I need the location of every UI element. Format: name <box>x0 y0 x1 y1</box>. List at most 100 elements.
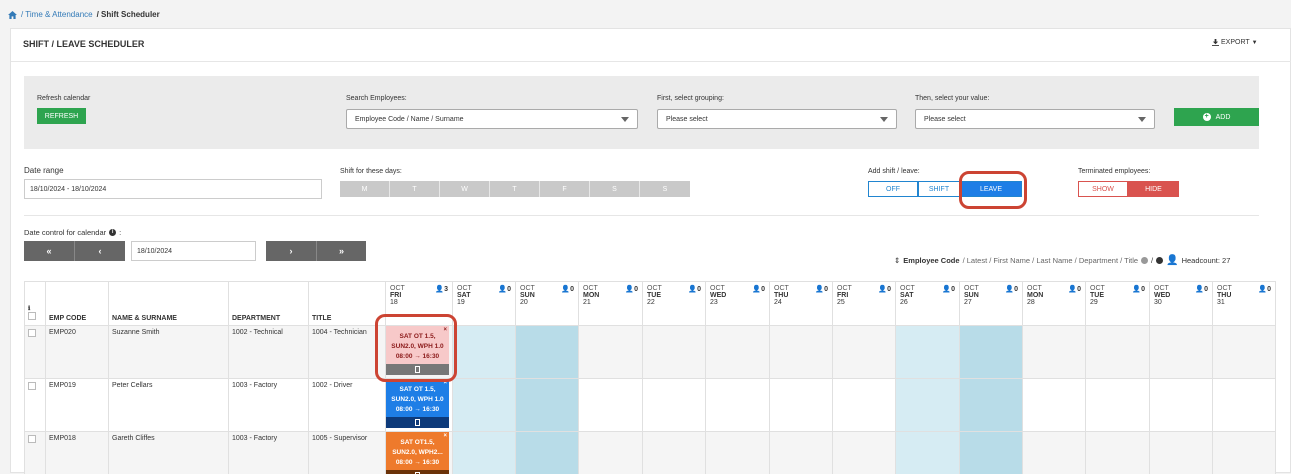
caret-down-icon <box>880 117 888 122</box>
shift-time: 08:00 → 16:30 <box>388 405 447 415</box>
day-cell[interactable] <box>1023 432 1086 474</box>
date-range-input[interactable]: 18/10/2024 - 18/10/2024 <box>24 179 322 199</box>
headcount-badge: 👤0 <box>498 285 511 293</box>
shift-card[interactable]: ×SAT OT 1.5,SUN2.0, WPH 1.008:00 → 16:30 <box>386 379 449 428</box>
day-cell[interactable] <box>579 326 643 379</box>
row-checkbox[interactable] <box>28 382 36 390</box>
shift-card[interactable]: ×SAT OT1.5,SUN2.0, WPH2...08:00 → 16:30 <box>386 432 449 474</box>
highlight-ring <box>375 314 457 382</box>
caret-down-icon: ▼ <box>1252 40 1258 46</box>
search-employees-select[interactable]: Employee Code / Name / Surname <box>346 109 638 129</box>
day-cell[interactable] <box>1086 379 1150 432</box>
add-button[interactable]: + ADD <box>1174 108 1259 126</box>
day-cell[interactable] <box>1213 326 1276 379</box>
select-all-checkbox[interactable] <box>28 312 36 320</box>
day-cell[interactable] <box>770 326 833 379</box>
day-cell[interactable] <box>833 379 896 432</box>
first-button[interactable]: « <box>24 241 74 261</box>
day-cell[interactable] <box>1213 432 1276 474</box>
col-title[interactable]: TITLE <box>309 282 386 326</box>
day-cell[interactable] <box>896 379 960 432</box>
hide-terminated-option[interactable]: HIDE <box>1128 181 1179 197</box>
day-toggle-fri[interactable]: F <box>540 181 590 197</box>
col-name[interactable]: NAME & SURNAME <box>109 282 229 326</box>
grouping-select[interactable]: Please select <box>657 109 897 129</box>
day-cell[interactable] <box>833 432 896 474</box>
day-toggle-wed[interactable]: W <box>440 181 490 197</box>
sort-others[interactable]: / Latest / First Name / Last Name / Depa… <box>963 256 1138 265</box>
date-range-label: Date range <box>24 166 64 175</box>
day-cell[interactable] <box>706 432 770 474</box>
day-cell[interactable] <box>960 432 1023 474</box>
day-cell[interactable]: ×SAT OT1.5,SUN2.0, WPH2...08:00 → 16:30 <box>386 432 453 474</box>
add-shift-option[interactable]: SHIFT <box>918 181 960 197</box>
refresh-button[interactable]: REFRESH <box>37 108 86 124</box>
calendar-date-input[interactable]: 18/10/2024 <box>131 241 256 261</box>
divider <box>24 215 1259 216</box>
day-cell[interactable] <box>1086 432 1150 474</box>
prev-button[interactable]: ‹ <box>74 241 125 261</box>
terminated-toggle[interactable]: SHOW HIDE <box>1078 181 1179 197</box>
day-cell[interactable] <box>453 379 516 432</box>
day-cell[interactable] <box>706 326 770 379</box>
sort-asc-icon[interactable] <box>1141 257 1148 264</box>
export-button[interactable]: EXPORT ▼ <box>1212 39 1258 46</box>
col-department[interactable]: DEPARTMENT <box>229 282 309 326</box>
day-cell[interactable] <box>516 326 579 379</box>
day-cell[interactable] <box>896 432 960 474</box>
day-toggle-tue[interactable]: T <box>390 181 440 197</box>
day-cell[interactable]: ×SAT OT 1.5,SUN2.0, WPH 1.008:00 → 16:30 <box>386 379 453 432</box>
day-cell[interactable] <box>1150 432 1213 474</box>
breadcrumb-parent[interactable]: / Time & Attendance <box>21 10 93 19</box>
document-icon[interactable] <box>415 419 420 426</box>
department-cell: 1003 - Factory <box>229 432 309 474</box>
day-toggle-sat[interactable]: S <box>590 181 640 197</box>
day-toggle-sun[interactable]: S <box>640 181 690 197</box>
day-cell[interactable] <box>453 432 516 474</box>
day-cell[interactable] <box>643 379 706 432</box>
shift-days-selector[interactable]: M T W T F S S <box>340 181 690 197</box>
day-cell[interactable] <box>453 326 516 379</box>
row-checkbox[interactable] <box>28 435 36 443</box>
day-cell[interactable] <box>643 432 706 474</box>
day-cell[interactable] <box>770 379 833 432</box>
home-icon[interactable] <box>8 11 17 19</box>
day-header: 👤0OCTSAT19 <box>453 282 516 326</box>
day-cell[interactable] <box>643 326 706 379</box>
sort-active[interactable]: Employee Code <box>903 256 959 265</box>
col-emp-code[interactable]: EMP CODE <box>46 282 109 326</box>
day-cell[interactable] <box>579 432 643 474</box>
day-cell[interactable] <box>1086 326 1150 379</box>
day-cell[interactable] <box>579 379 643 432</box>
day-cell[interactable] <box>1213 379 1276 432</box>
day-cell[interactable] <box>770 432 833 474</box>
day-cell[interactable] <box>516 432 579 474</box>
show-terminated-option[interactable]: SHOW <box>1078 181 1128 197</box>
next-button[interactable]: › <box>266 241 316 261</box>
sort-desc-icon[interactable] <box>1156 257 1163 264</box>
add-off-option[interactable]: OFF <box>868 181 918 197</box>
day-header: 👤0OCTSUN20 <box>516 282 579 326</box>
department-cell: 1003 - Factory <box>229 379 309 432</box>
day-cell[interactable] <box>833 326 896 379</box>
day-cell[interactable] <box>960 379 1023 432</box>
info-icon[interactable]: i <box>109 229 116 236</box>
caret-down-icon <box>1138 117 1146 122</box>
last-button[interactable]: » <box>316 241 366 261</box>
day-cell[interactable] <box>516 379 579 432</box>
value-select[interactable]: Please select <box>915 109 1155 129</box>
day-cell[interactable] <box>1150 326 1213 379</box>
row-checkbox[interactable] <box>28 329 36 337</box>
remove-shift-icon[interactable]: × <box>443 433 447 439</box>
day-cell[interactable] <box>706 379 770 432</box>
title-cell: 1002 - Driver <box>309 379 386 432</box>
day-cell[interactable] <box>1023 326 1086 379</box>
sort-icon: ⇕ <box>894 256 900 265</box>
day-cell[interactable] <box>960 326 1023 379</box>
day-cell[interactable] <box>1150 379 1213 432</box>
day-toggle-mon[interactable]: M <box>340 181 390 197</box>
day-toggle-thu[interactable]: T <box>490 181 540 197</box>
day-cell[interactable] <box>896 326 960 379</box>
day-cell[interactable] <box>1023 379 1086 432</box>
date-control-text: Date control for calendar <box>24 228 106 237</box>
